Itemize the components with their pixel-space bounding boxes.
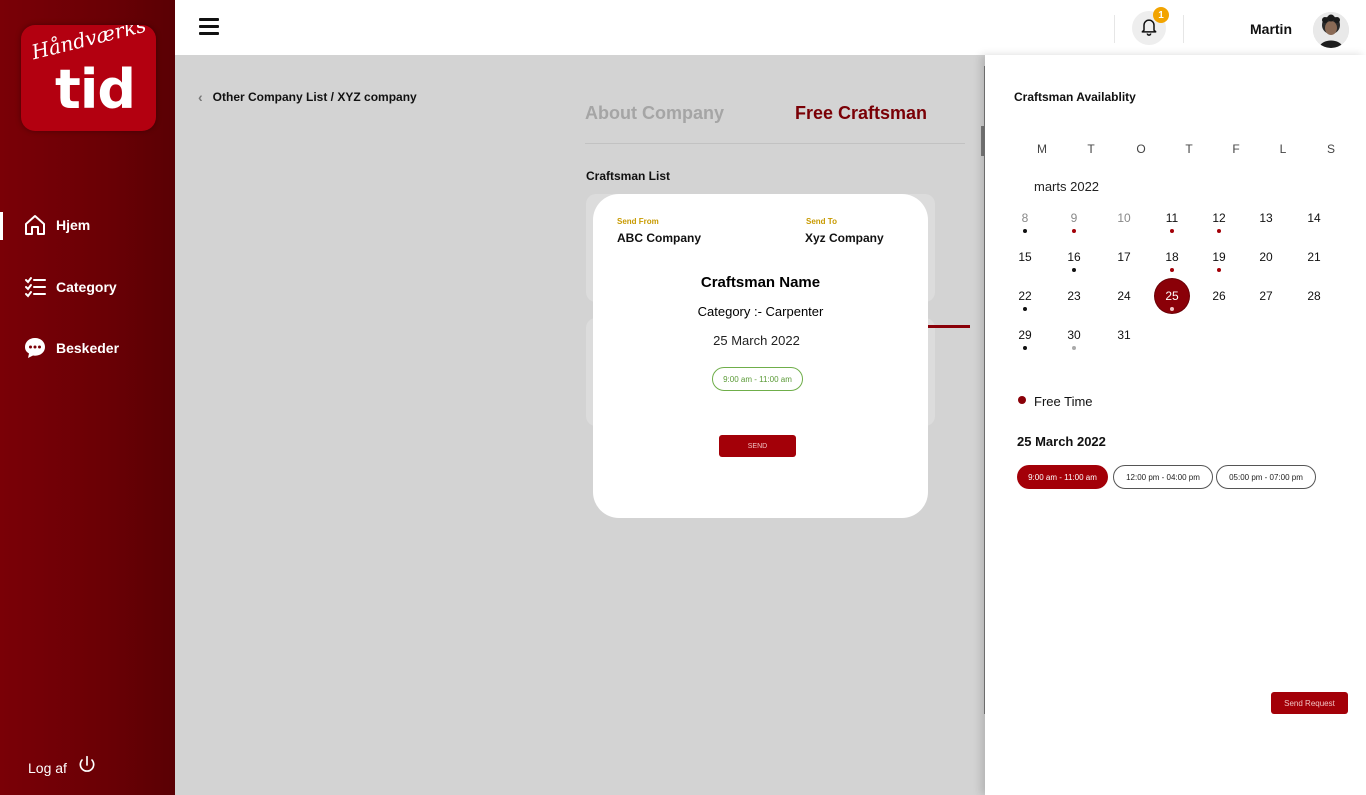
calendar-day[interactable]: 26 [1202,279,1236,313]
calendar-day[interactable]: 23 [1057,279,1091,313]
availability-dot [1023,346,1027,350]
notification-badge: 1 [1153,7,1169,23]
logo-big-text: tid [55,58,136,121]
notification-button[interactable]: 1 [1132,7,1169,45]
send-request-button[interactable]: Send Request [1271,692,1348,714]
calendar-day[interactable]: 15 [1008,240,1042,274]
send-from-value: ABC Company [617,231,702,245]
breadcrumb: ‹ Other Company List / XYZ company [198,89,417,105]
free-time-legend-dot [1018,396,1026,404]
active-tab-underline [928,325,970,328]
craftsman-name: Craftsman Name [700,274,821,291]
topbar-divider [1183,15,1184,43]
weekday-header: M [1037,142,1047,156]
weekday-header: T [1087,142,1095,156]
send-to-label: Send To [806,217,837,226]
menu-toggle-button[interactable] [199,18,219,36]
weekday-header: T [1185,142,1193,156]
list-check-icon [23,275,47,299]
modal-time-slot[interactable]: 9:00 am - 11:00 am [712,367,803,391]
chat-icon [23,336,47,360]
power-icon [77,755,97,780]
user-name[interactable]: Martin [1250,21,1292,37]
tab-about-company[interactable]: About Company [585,103,724,124]
calendar-day[interactable]: 24 [1107,279,1141,313]
calendar-month-label: marts 2022 [1034,179,1100,194]
availability-dot [1217,268,1221,272]
calendar-day[interactable]: 20 [1249,240,1283,274]
calendar-day[interactable]: 13 [1249,201,1283,235]
calendar-day[interactable]: 27 [1249,279,1283,313]
availability-dot [1170,268,1174,272]
calendar-day[interactable]: 9 [1057,201,1091,235]
sidebar: Håndværks tid Hjem Category Beskeder Log… [0,0,175,795]
send-button[interactable]: SEND [719,435,796,457]
calendar-day[interactable]: 22 [1008,279,1042,313]
calendar-day[interactable]: 10 [1107,201,1141,235]
time-slot-button[interactable]: 05:00 pm - 07:00 pm [1216,465,1316,489]
sidebar-item-hjem[interactable]: Hjem [0,205,175,245]
calendar-day[interactable]: 16 [1057,240,1091,274]
logout-label: Log af [28,759,67,776]
send-to-value: Xyz Company [805,231,884,245]
calendar-day[interactable]: 8 [1008,201,1042,235]
craftsman-category: Category :- Carpenter [697,304,824,319]
sidebar-item-beskeder[interactable]: Beskeder [0,328,175,368]
calendar-day[interactable]: 30 [1057,318,1091,352]
sidebar-item-label: Hjem [56,217,91,233]
calendar-day[interactable]: 31 [1107,318,1141,352]
calendar-day[interactable]: 19 [1202,240,1236,274]
availability-dot [1170,229,1174,233]
weekday-header: O [1136,142,1146,156]
calendar-day[interactable]: 11 [1155,201,1189,235]
availability-dot [1072,346,1076,350]
sidebar-item-label: Beskeder [56,340,120,356]
topbar-divider [1114,15,1115,43]
tabs-divider [585,143,965,144]
logout-button[interactable]: Log af [28,755,97,780]
availability-dot [1170,307,1174,311]
calendar-day[interactable]: 18 [1155,240,1189,274]
free-time-legend-label: Free Time [1034,394,1093,409]
topbar: 1 Martin [175,0,1366,55]
back-chevron-icon[interactable]: ‹ [198,89,203,105]
availability-panel: Craftsman Availablity M T O T F L S mart… [985,55,1366,795]
send-request-modal: Send From ABC Company Send To Xyz Compan… [593,194,928,518]
calendar-day[interactable]: 21 [1297,240,1331,274]
weekday-header: F [1232,142,1240,156]
calendar-day[interactable]: 25 [1155,279,1189,313]
weekday-header: S [1326,142,1335,156]
tab-free-craftsman[interactable]: Free Craftsman [795,103,927,124]
calendar-day[interactable]: 28 [1297,279,1331,313]
craftsman-list-title: Craftsman List [586,169,671,183]
calendar-day[interactable]: 14 [1297,201,1331,235]
send-from-label: Send From [617,217,659,226]
modal-date: 25 March 2022 [713,333,800,348]
time-slot-button[interactable]: 12:00 pm - 04:00 pm [1113,465,1213,489]
availability-dot [1217,229,1221,233]
time-slot-button[interactable]: 9:00 am - 11:00 am [1017,465,1108,489]
breadcrumb-text[interactable]: Other Company List / XYZ company [213,90,417,104]
calendar-day[interactable]: 17 [1107,240,1141,274]
weekday-header: L [1279,142,1287,156]
availability-dot [1023,229,1027,233]
sidebar-item-label: Category [56,279,117,295]
brand-logo[interactable]: Håndværks tid [21,25,156,131]
selected-date: 25 March 2022 [1017,434,1106,449]
sidebar-item-category[interactable]: Category [0,267,175,307]
availability-dot [1072,229,1076,233]
availability-title: Craftsman Availablity [1014,90,1136,104]
calendar-day[interactable]: 12 [1202,201,1236,235]
availability-dot [1072,268,1076,272]
avatar[interactable] [1313,12,1349,48]
calendar-day[interactable]: 29 [1008,318,1042,352]
availability-dot [1023,307,1027,311]
home-icon [23,213,47,237]
